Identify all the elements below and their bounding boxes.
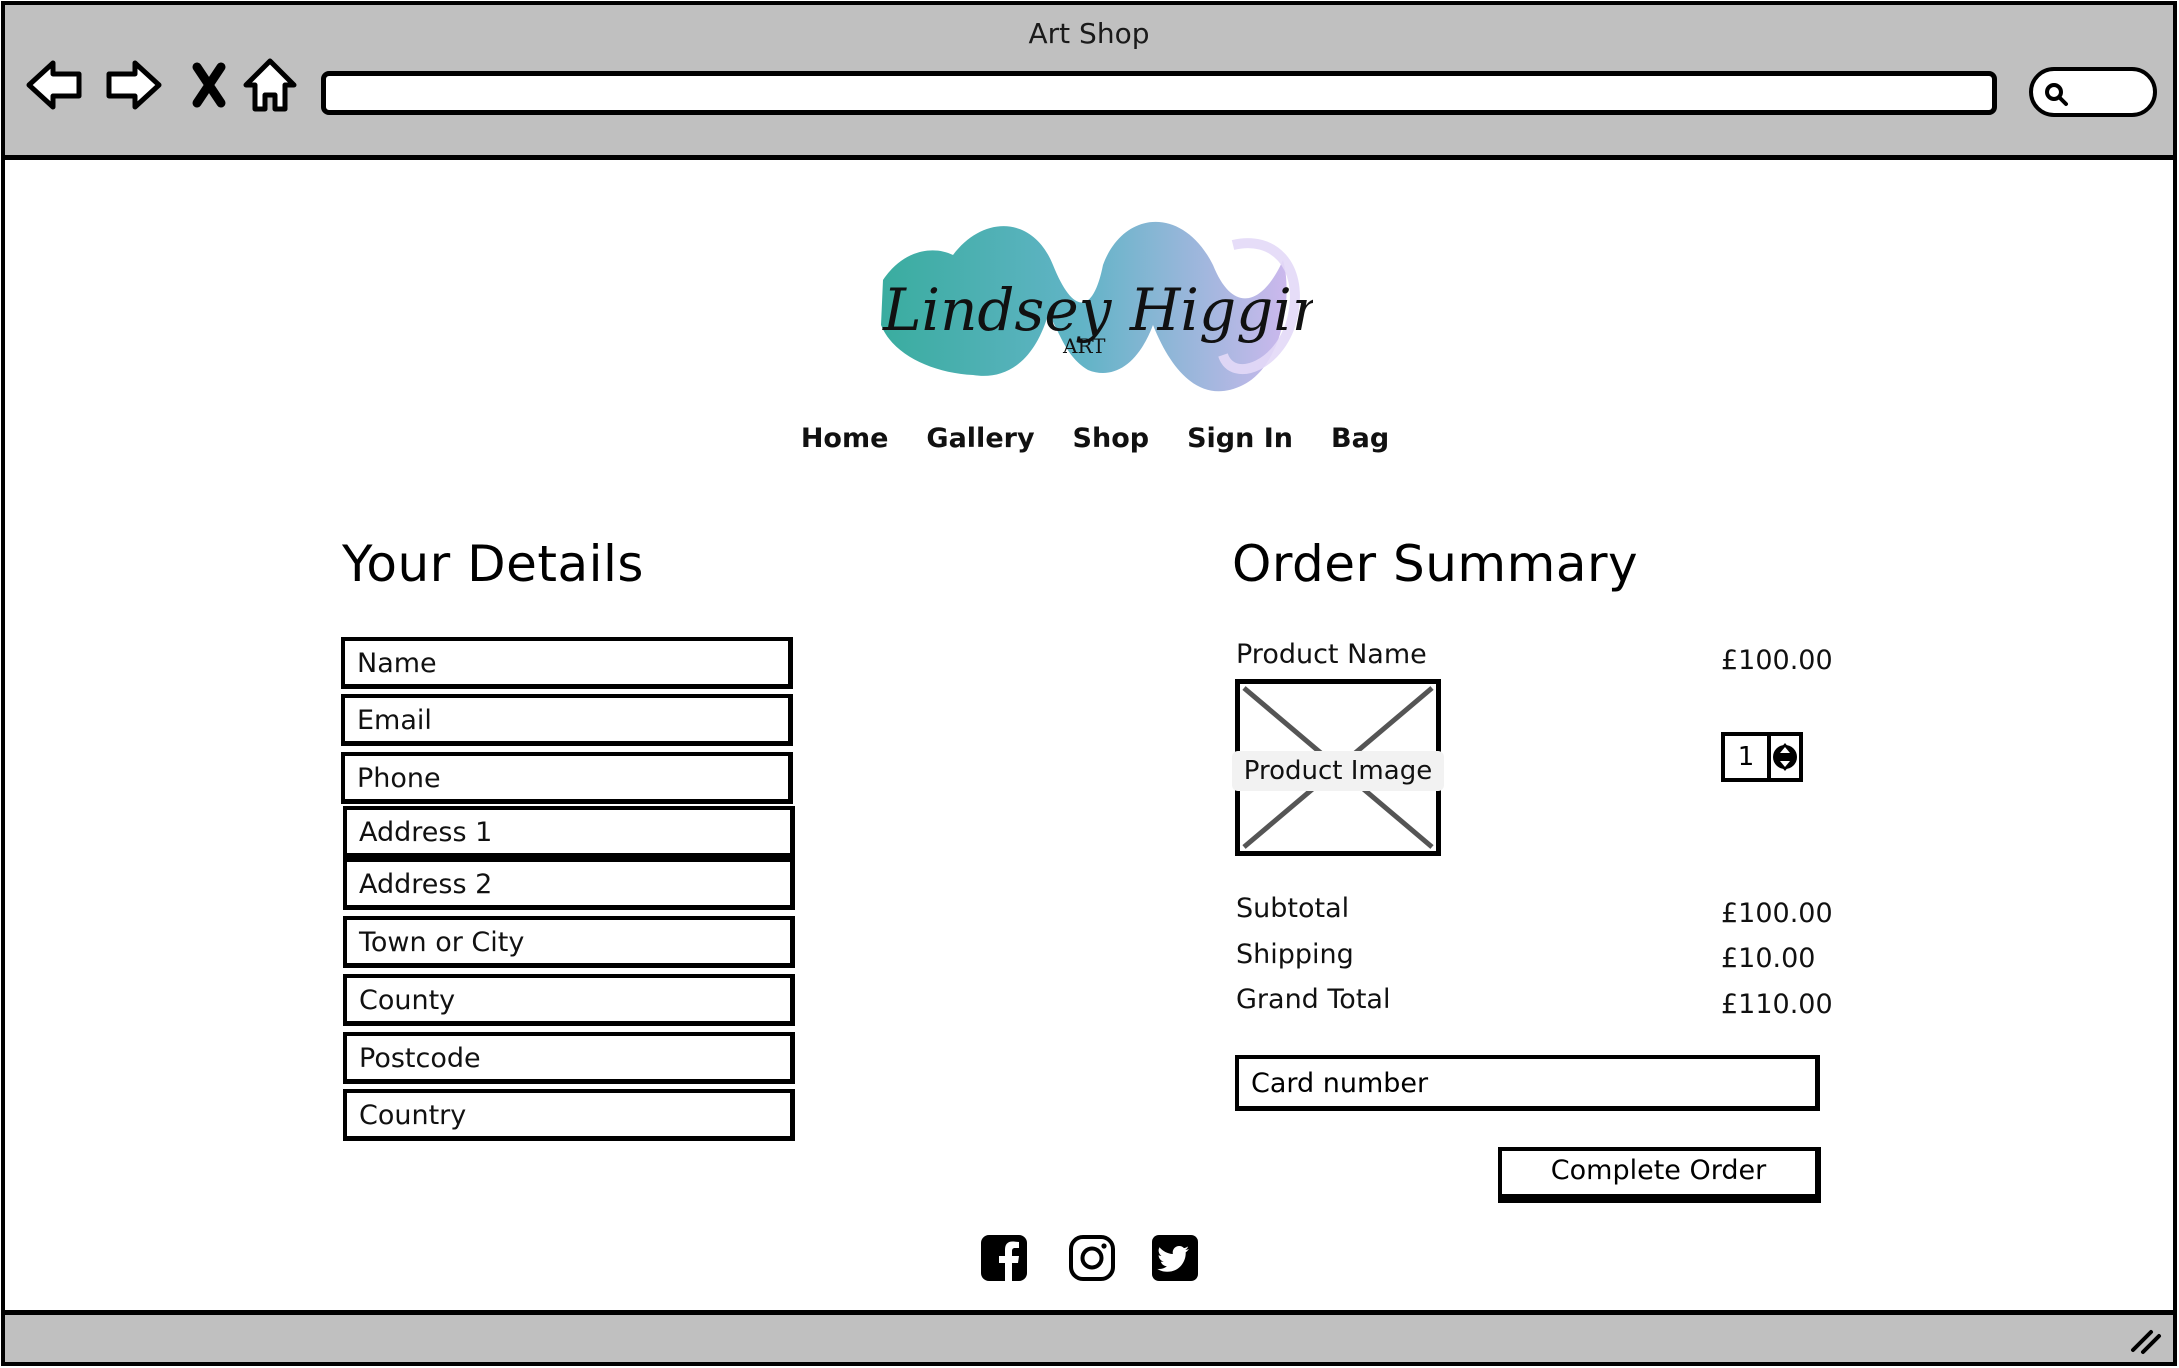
email-field[interactable]: Email: [341, 694, 793, 746]
product-price: £100.00: [1721, 645, 1833, 676]
forward-arrow-icon[interactable]: [101, 53, 165, 117]
resize-grip-icon[interactable]: [2127, 1320, 2163, 1356]
subtotal-label: Subtotal: [1236, 893, 1350, 924]
card-number-field[interactable]: Card number: [1235, 1055, 1820, 1111]
back-arrow-icon[interactable]: [23, 53, 87, 117]
county-field[interactable]: County: [343, 974, 795, 1026]
logo-sub-text: ART: [1062, 334, 1106, 358]
complete-order-button[interactable]: Complete Order: [1498, 1147, 1821, 1203]
product-image-label: Product Image: [1232, 751, 1444, 791]
quantity-stepper[interactable]: 1: [1721, 732, 1803, 782]
nav-gallery[interactable]: Gallery: [926, 423, 1034, 454]
close-icon[interactable]: [177, 53, 241, 117]
subtotal-value: £100.00: [1721, 898, 1833, 929]
stepper-arrows-icon[interactable]: [1767, 736, 1799, 778]
browser-search-box[interactable]: [2029, 67, 2157, 117]
site-logo[interactable]: Lindsey Higginson ART: [873, 205, 1431, 410]
address2-field[interactable]: Address 2: [343, 858, 795, 910]
browser-titlebar: Art Shop: [5, 5, 2173, 160]
address1-field[interactable]: Address 1: [343, 806, 795, 858]
grand-total-value: £110.00: [1721, 989, 1833, 1020]
browser-window: Art Shop Lindsey Higgi ART Home Gallery …: [1, 1, 2177, 1366]
shipping-value: £10.00: [1721, 943, 1816, 974]
nav-shop[interactable]: Shop: [1073, 423, 1150, 454]
instagram-icon[interactable]: [1067, 1233, 1117, 1283]
phone-field[interactable]: Phone: [341, 752, 793, 804]
name-field[interactable]: Name: [341, 637, 793, 689]
product-name: Product Name: [1236, 639, 1427, 670]
summary-heading: Order Summary: [1232, 535, 1639, 593]
postcode-field[interactable]: Postcode: [343, 1032, 795, 1084]
main-nav: Home Gallery Shop Sign In Bag: [5, 423, 2175, 454]
address-bar[interactable]: [321, 71, 1997, 115]
nav-sign-in[interactable]: Sign In: [1187, 423, 1293, 454]
browser-statusbar: [5, 1310, 2173, 1362]
nav-home[interactable]: Home: [801, 423, 889, 454]
window-title: Art Shop: [1028, 17, 1150, 50]
nav-bag[interactable]: Bag: [1331, 423, 1389, 454]
search-icon: [2045, 83, 2068, 106]
facebook-icon[interactable]: [979, 1233, 1029, 1283]
home-icon[interactable]: [238, 53, 302, 117]
country-field[interactable]: Country: [343, 1089, 795, 1141]
grand-total-label: Grand Total: [1236, 984, 1391, 1015]
product-image: Product Image: [1232, 679, 1444, 856]
quantity-value: 1: [1737, 742, 1755, 772]
twitter-icon[interactable]: [1150, 1233, 1200, 1283]
shipping-label: Shipping: [1236, 939, 1354, 970]
details-heading: Your Details: [342, 535, 644, 593]
town-city-field[interactable]: Town or City: [343, 916, 795, 968]
